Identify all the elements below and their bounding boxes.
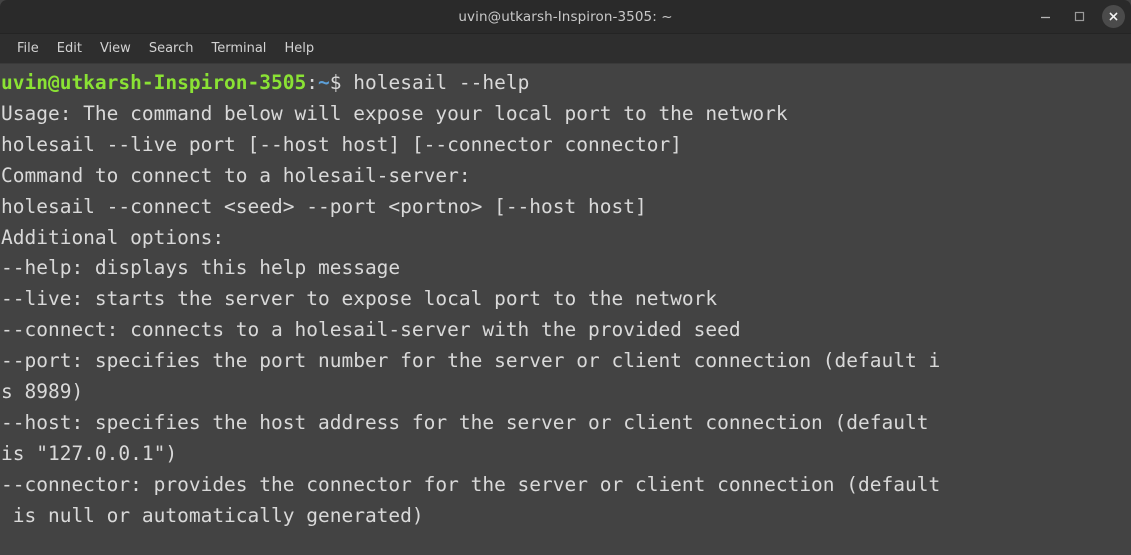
prompt-colon: : — [306, 71, 318, 94]
terminal-line: s 8989) — [1, 380, 84, 404]
close-icon — [1109, 12, 1118, 21]
terminal-line: Additional options: — [1, 225, 225, 249]
terminal-line: Usage: The command below will expose you… — [1, 101, 788, 125]
menubar: File Edit View Search Terminal Help — [0, 34, 1131, 64]
window-controls — [1034, 0, 1125, 33]
terminal-window: uvin@utkarsh-Inspiron-3505: ~ File Edit … — [0, 0, 1131, 555]
minimize-icon — [1040, 16, 1050, 19]
menu-item-edit[interactable]: Edit — [48, 38, 91, 59]
menu-item-help[interactable]: Help — [275, 38, 323, 59]
maximize-icon — [1074, 11, 1084, 22]
terminal-line: holesail --connect <seed> --port <portno… — [1, 194, 647, 218]
maximize-button[interactable] — [1068, 6, 1090, 28]
window-title: uvin@utkarsh-Inspiron-3505: ~ — [458, 8, 673, 25]
prompt-sigil: $ — [329, 71, 342, 94]
titlebar[interactable]: uvin@utkarsh-Inspiron-3505: ~ — [0, 0, 1131, 34]
prompt-command: holesail --help — [341, 71, 530, 94]
terminal-line: is "127.0.0.1") — [1, 441, 178, 465]
menu-item-view[interactable]: View — [91, 38, 140, 59]
menu-item-search[interactable]: Search — [140, 38, 203, 59]
terminal-line: --connector: provides the connector for … — [1, 472, 941, 496]
menu-item-file[interactable]: File — [8, 38, 48, 59]
terminal-line: --connect: connects to a holesail-server… — [1, 318, 741, 342]
terminal-line: Command to connect to a holesail-server: — [1, 163, 471, 187]
terminal-output-area[interactable]: uvin@utkarsh-Inspiron-3505:~$ holesail -… — [0, 64, 1131, 555]
terminal-line: --live: starts the server to expose loca… — [1, 287, 718, 311]
terminal-prompt-line: uvin@utkarsh-Inspiron-3505:~$ holesail -… — [0, 68, 1131, 99]
terminal-line: is null or automatically generated) — [1, 503, 424, 527]
terminal-line: --port: specifies the port number for th… — [1, 349, 941, 373]
terminal-line: holesail --live port [--host host] [--co… — [1, 132, 682, 156]
terminal-line: --help: displays this help message — [1, 256, 401, 280]
minimize-button[interactable] — [1034, 6, 1056, 28]
prompt-path: ~ — [318, 71, 330, 94]
close-button[interactable] — [1102, 5, 1125, 28]
prompt-user-host: uvin@utkarsh-Inspiron-3505 — [1, 71, 307, 94]
menu-item-terminal[interactable]: Terminal — [202, 38, 275, 59]
terminal-line: --host: specifies the host address for t… — [1, 410, 929, 434]
